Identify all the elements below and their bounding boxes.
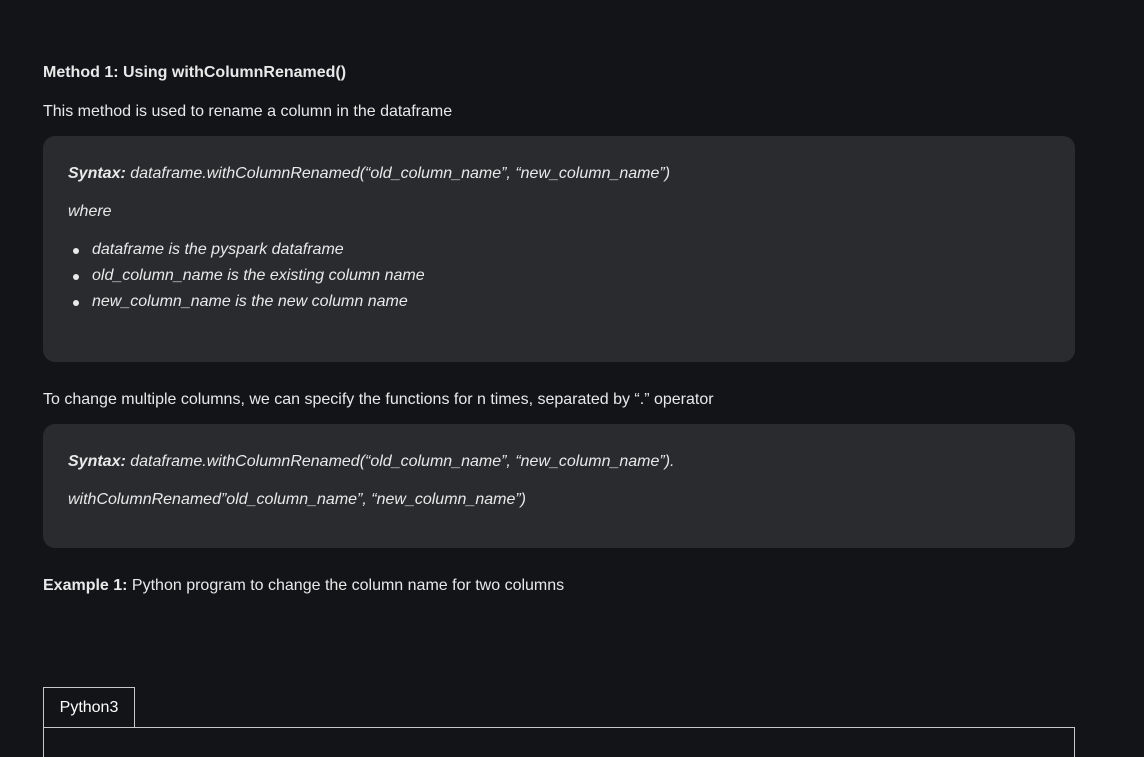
method1-description: This method is used to rename a column i… [43, 103, 453, 120]
syntax-code-line-2: withColumnRenamed”old_column_name”, “new… [68, 491, 526, 508]
list-item: dataframe is the pyspark dataframe [68, 240, 425, 266]
method1-heading: Method 1: Using withColumnRenamed() [43, 64, 347, 81]
list-item: new_column_name is the new column name [68, 292, 425, 318]
syntax-line: Syntax: dataframe.withColumnRenamed(“old… [68, 165, 670, 183]
code-panel [43, 727, 1075, 757]
syntax-box-multiple: Syntax: dataframe.withColumnRenamed(“old… [43, 424, 1075, 548]
tab-python3[interactable]: Python3 [43, 687, 135, 727]
syntax-label: Syntax: [68, 165, 126, 182]
syntax-label: Syntax: [68, 453, 126, 470]
list-item: old_column_name is the existing column n… [68, 266, 425, 292]
where-label: where [68, 203, 112, 220]
syntax-box-single: Syntax: dataframe.withColumnRenamed(“old… [43, 136, 1075, 362]
syntax-code-line-1: dataframe.withColumnRenamed(“old_column_… [125, 453, 675, 470]
parameter-list: dataframe is the pyspark dataframe old_c… [68, 240, 425, 318]
syntax-code: dataframe.withColumnRenamed(“old_column_… [125, 165, 671, 182]
syntax-line: Syntax: dataframe.withColumnRenamed(“old… [68, 453, 675, 471]
example1-label: Example 1: [43, 577, 128, 594]
example1-caption: Example 1: Python program to change the … [43, 577, 564, 595]
example1-text: Python program to change the column name… [127, 577, 565, 594]
multiple-columns-description: To change multiple columns, we can speci… [43, 391, 714, 408]
